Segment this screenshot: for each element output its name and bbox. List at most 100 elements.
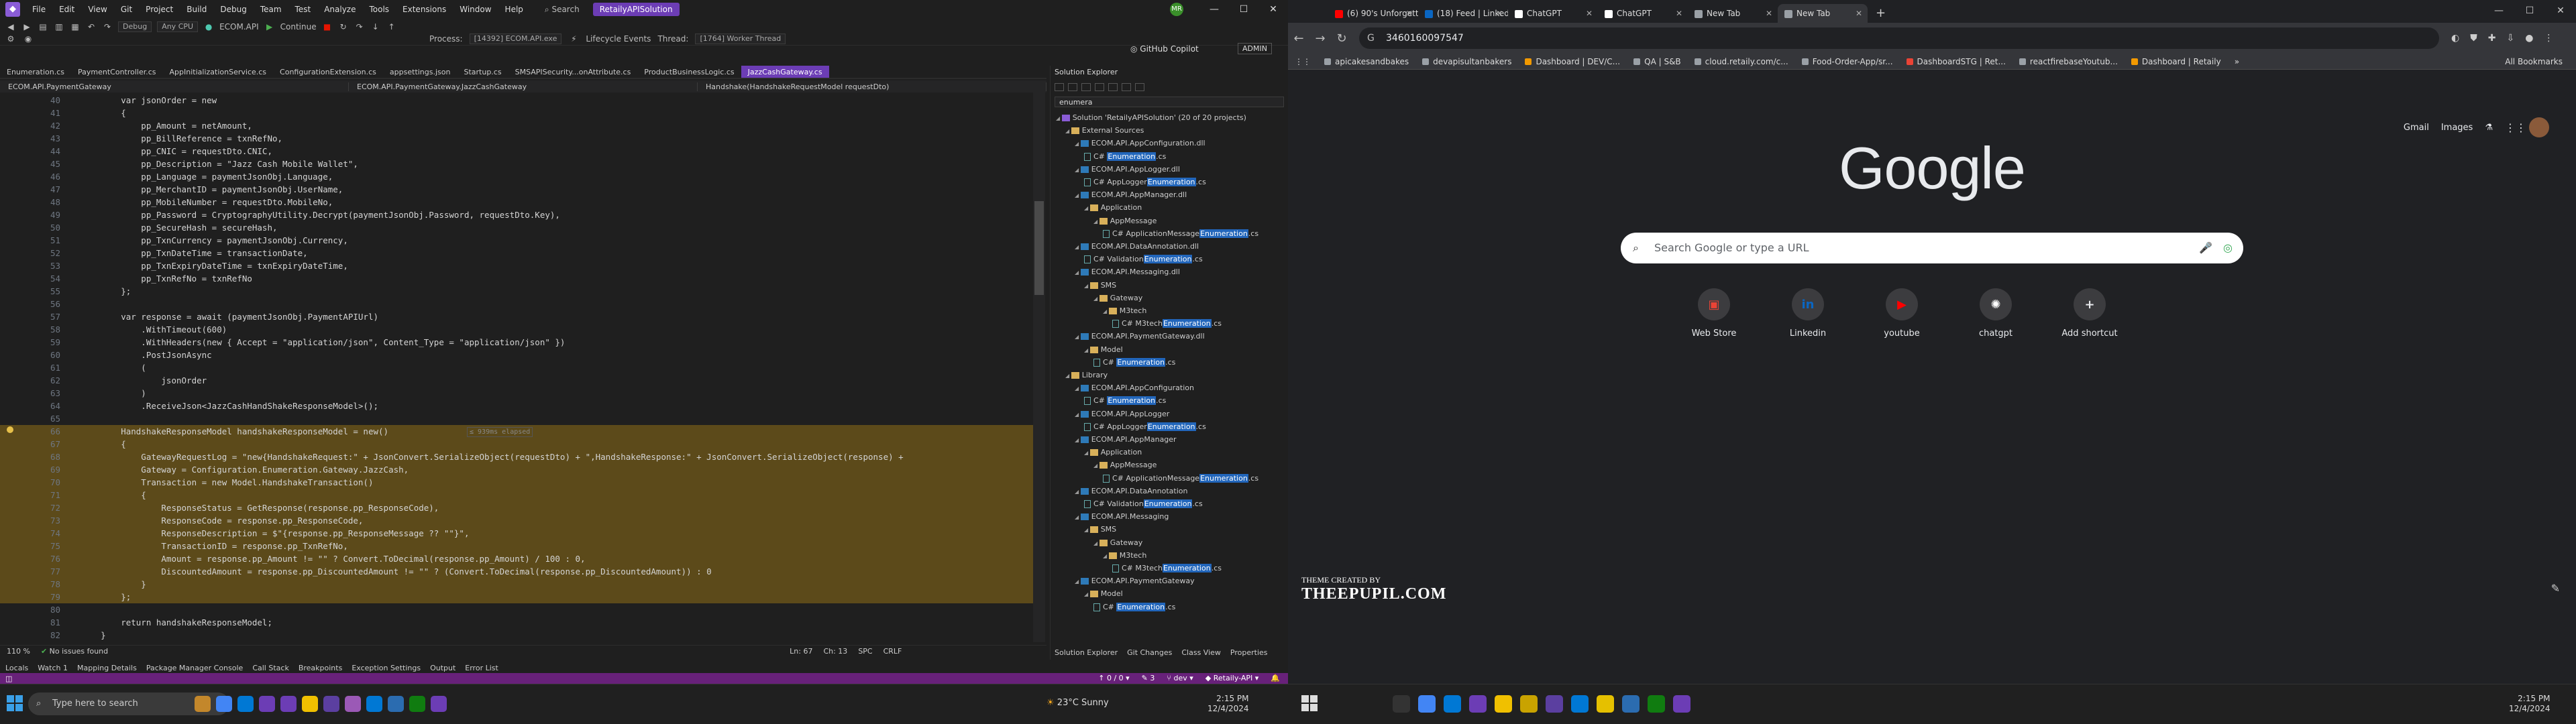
tool-window-tab[interactable]: Breakpoints	[299, 664, 343, 672]
chevron-icon[interactable]: ◢	[1093, 540, 1099, 546]
tree-item[interactable]: C# AppLoggerEnumeration.cs	[1084, 176, 1206, 188]
editor-scroll-thumb[interactable]	[1034, 201, 1044, 295]
stop-icon[interactable]: ■	[322, 22, 333, 32]
sticky-notes-icon[interactable]	[1597, 695, 1614, 713]
menu-item-git[interactable]: Git	[114, 0, 139, 19]
forward-icon[interactable]: →	[1309, 32, 1331, 46]
step-over-icon[interactable]: ↷	[354, 22, 365, 32]
document-tab[interactable]: JazzCashGateway.cs	[741, 66, 829, 78]
tree-item[interactable]: ◢ Model	[1084, 343, 1123, 356]
sql-icon[interactable]	[388, 696, 404, 712]
search-icon[interactable]	[1342, 695, 1359, 713]
gmail-link[interactable]: Gmail	[2404, 123, 2429, 133]
tree-item[interactable]: C# M3techEnumeration.cs	[1112, 562, 1222, 575]
menu-item-edit[interactable]: Edit	[52, 0, 81, 19]
vscode-icon[interactable]	[1444, 695, 1461, 713]
visual-studio-icon[interactable]	[280, 696, 297, 712]
tree-item[interactable]: ◢ Library	[1065, 369, 1108, 381]
chevron-icon[interactable]: ◢	[1093, 463, 1099, 469]
tree-item[interactable]: ◢ ECOM.API.AppConfiguration	[1075, 381, 1194, 394]
thread-dropdown[interactable]: [1764] Worker Thread	[695, 34, 786, 44]
customize-pencil-icon[interactable]: ✎	[2551, 582, 2560, 595]
close-icon[interactable]: ✕	[1406, 4, 1413, 23]
chevron-icon[interactable]: ◢	[1084, 205, 1090, 211]
bookmark-item[interactable]: DashboardSTG | Ret...	[1906, 57, 2006, 66]
lifecycle-events[interactable]: Lifecycle Events	[586, 34, 651, 44]
google-search-input[interactable]: ⌕ Search Google or type a URL 🎤 ◎	[1621, 233, 2243, 263]
continue-button[interactable]: Continue	[280, 22, 317, 32]
minimize-icon[interactable]: —	[2483, 0, 2514, 21]
debug-options-icon[interactable]: ⚙	[5, 34, 16, 44]
minimize-icon[interactable]: —	[1199, 0, 1229, 19]
chevron-icon[interactable]: ◢	[1075, 244, 1081, 250]
chevron-icon[interactable]: ◢	[1075, 437, 1081, 443]
menu-item-project[interactable]: Project	[139, 0, 180, 19]
issues-indicator[interactable]: ✔ No issues found	[41, 647, 108, 656]
open-icon[interactable]: ▥	[54, 22, 64, 32]
media-icon[interactable]	[1673, 695, 1690, 713]
media-icon[interactable]	[431, 696, 447, 712]
chevron-icon[interactable]: ◢	[1065, 373, 1071, 379]
chevron-icon[interactable]: ◢	[1075, 192, 1081, 198]
chevron-icon[interactable]: ◢	[1075, 514, 1081, 520]
download-icon[interactable]: ⇩	[2506, 33, 2514, 44]
bookmark-item[interactable]: Dashboard | Retaily	[2131, 57, 2221, 66]
nav-class-dropdown[interactable]: ECOM.API.PaymentGateway.JazzCashGateway	[349, 82, 698, 91]
menu-icon[interactable]: ⋮	[2544, 33, 2553, 44]
chevron-icon[interactable]: ◢	[1075, 385, 1081, 391]
bookmark-item[interactable]: Food-Order-App/sr...	[1801, 57, 1893, 66]
chrome-icon[interactable]	[1418, 695, 1436, 713]
task-view-icon[interactable]	[1367, 695, 1385, 713]
tree-item[interactable]: C# Enumeration.cs	[1093, 601, 1175, 613]
tree-item[interactable]: C# ValidationEnumeration.cs	[1084, 497, 1203, 510]
bookmarks-overflow-icon[interactable]: »	[2235, 57, 2239, 66]
menu-item-team[interactable]: Team	[254, 0, 288, 19]
chevron-icon[interactable]: ◢	[1075, 167, 1081, 173]
tree-item[interactable]: ◢ ECOM.API.AppManager	[1075, 433, 1177, 446]
tree-item[interactable]: ◢ M3tech	[1103, 549, 1146, 562]
menu-item-window[interactable]: Window	[453, 0, 498, 19]
new-file-icon[interactable]: ▤	[38, 22, 48, 32]
solution-explorer-tab[interactable]: Git Changes	[1127, 646, 1172, 660]
tree-item[interactable]: ◢ AppMessage	[1093, 459, 1157, 471]
tree-item[interactable]: ◢ Model	[1084, 587, 1123, 600]
labs-icon[interactable]: ⚗	[2485, 123, 2493, 133]
tree-item[interactable]: ◢ ECOM.API.Messaging.dll	[1075, 265, 1180, 278]
line-ending-indicator[interactable]: CRLF	[883, 647, 902, 656]
tool-window-tab[interactable]: Mapping Details	[77, 664, 137, 672]
document-tab[interactable]: Startup.cs	[457, 66, 508, 78]
shortcut-tile[interactable]: in Linkedin	[1761, 288, 1855, 339]
tool-window-tab[interactable]: Error List	[465, 664, 498, 672]
shield-icon[interactable]: ⛊	[2470, 33, 2477, 44]
all-bookmarks-button[interactable]: All Bookmarks	[2505, 57, 2563, 66]
tree-item[interactable]: ◢ ECOM.API.DataAnnotation.dll	[1075, 240, 1199, 253]
startup-project[interactable]: ECOM.API	[219, 22, 259, 32]
solution-search-input[interactable]: enumera	[1055, 97, 1284, 107]
git-repo[interactable]: ◆ Retaily-API ▾	[1205, 673, 1259, 684]
refresh-icon[interactable]	[1122, 83, 1131, 91]
tree-item[interactable]: C# Enumeration.cs	[1093, 356, 1175, 369]
outlook-icon[interactable]	[1571, 695, 1589, 713]
browser-tab[interactable]: ChatGPT ✕	[1598, 4, 1688, 23]
chevron-icon[interactable]: ◢	[1084, 527, 1090, 533]
visual-studio-icon[interactable]	[259, 696, 275, 712]
tool-window-tab[interactable]: Watch 1	[38, 664, 68, 672]
step-into-icon[interactable]: ↓	[370, 22, 381, 32]
close-icon[interactable]: ✕	[1856, 4, 1862, 23]
close-icon[interactable]: ✕	[1586, 4, 1593, 23]
file-explorer-icon[interactable]	[302, 696, 318, 712]
tool-window-tab[interactable]: Exception Settings	[352, 664, 421, 672]
document-tab[interactable]: AppInitializationService.cs	[163, 66, 274, 78]
avatar[interactable]: MR	[1170, 3, 1183, 16]
apps-icon[interactable]: ⋮⋮	[1295, 57, 1311, 66]
browser-tab[interactable]: ChatGPT ✕	[1508, 4, 1598, 23]
clock-left[interactable]: 2:15 PM 12/4/2024	[1208, 694, 1249, 714]
breakpoint-icon[interactable]: ◉	[23, 34, 34, 44]
reload-icon[interactable]: ↻	[1331, 32, 1352, 46]
tree-item[interactable]: C# ApplicationMessageEnumeration.cs	[1103, 472, 1258, 485]
document-tab[interactable]: SMSAPISecurity...onAttribute.cs	[508, 66, 638, 78]
tree-item[interactable]: ◢ External Sources	[1065, 124, 1144, 137]
browser-tab[interactable]: New Tab ✕	[1778, 4, 1868, 23]
google-lens-icon[interactable]: ◎	[2223, 233, 2233, 263]
briefcase-icon[interactable]	[195, 696, 211, 712]
